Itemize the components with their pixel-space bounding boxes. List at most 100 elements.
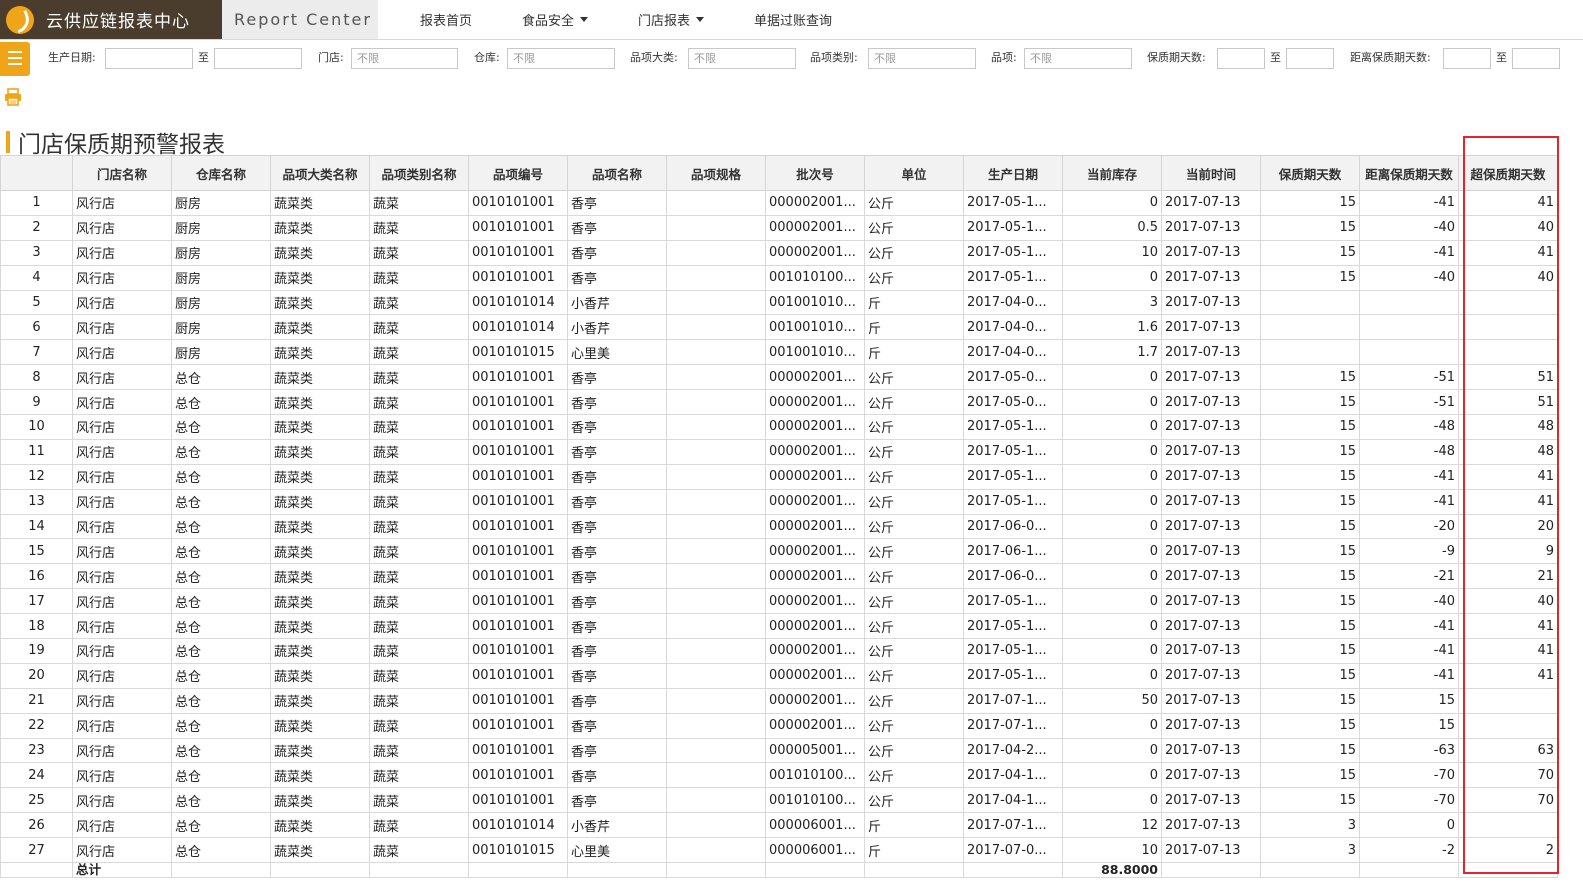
column-header[interactable]: 当前库存: [1062, 155, 1162, 191]
shelf-days-from-input[interactable]: [1217, 48, 1265, 69]
nav-label: 门店报表: [638, 14, 691, 29]
table-row[interactable]: 8 风行店 总仓 蔬菜类 蔬菜 0010101001 香亭 000002001... 公斤 201…: [0, 364, 1558, 391]
item-label: 品项:: [991, 51, 1017, 64]
column-header[interactable]: 批次号: [765, 155, 865, 191]
table-cell: [666, 438, 766, 465]
table-row[interactable]: 15 风行店 总仓 蔬菜类 蔬菜 0010101001 香亭 000002001... 公斤 20…: [0, 538, 1558, 565]
table-cell: 2017-07-13: [1161, 438, 1261, 465]
table-row[interactable]: 24 风行店 总仓 蔬菜类 蔬菜 0010101001 香亭 001010100... 公斤 20…: [0, 762, 1558, 789]
table-row[interactable]: 1 风行店 厨房 蔬菜类 蔬菜 0010101001 香亭 000002001... 公斤 201…: [0, 190, 1558, 216]
table-row[interactable]: 6 风行店 厨房 蔬菜类 蔬菜 0010101014 小香芹 001001010... 斤 201…: [0, 314, 1558, 341]
table-cell: 0: [1062, 488, 1162, 515]
nav-report-home[interactable]: 报表首页: [420, 10, 472, 29]
table-row[interactable]: 11 风行店 总仓 蔬菜类 蔬菜 0010101001 香亭 000002001... 公斤 20…: [0, 438, 1558, 465]
column-header[interactable]: 保质期天数: [1260, 155, 1360, 191]
table-cell: 香亭: [567, 613, 667, 640]
table-cell: 000006001...: [765, 837, 865, 864]
column-header[interactable]: 当前时间: [1161, 155, 1261, 191]
table-cell: 公斤: [864, 414, 964, 440]
table-cell: 2017-07-13: [1161, 339, 1261, 366]
table-cell: 香亭: [567, 787, 667, 814]
table-row[interactable]: 14 风行店 总仓 蔬菜类 蔬菜 0010101001 香亭 000002001... 公斤 20…: [0, 513, 1558, 540]
table-cell: 0: [1062, 737, 1162, 764]
table-cell: 2017-07-13: [1161, 314, 1261, 341]
table-row[interactable]: 5 风行店 厨房 蔬菜类 蔬菜 0010101014 小香芹 001001010... 斤 201…: [0, 289, 1558, 316]
table-row[interactable]: 21 风行店 总仓 蔬菜类 蔬菜 0010101001 香亭 000002001... 公斤 20…: [0, 687, 1558, 714]
table-row[interactable]: 4 风行店 厨房 蔬菜类 蔬菜 0010101001 香亭 001010100... 公斤 201…: [0, 264, 1558, 291]
table-cell: 2017-07-13: [1161, 289, 1261, 316]
distance-days-label: 距离保质期天数:: [1350, 51, 1431, 64]
table-row[interactable]: 10 风行店 总仓 蔬菜类 蔬菜 0010101001 香亭 000002001... 公斤 20…: [0, 414, 1558, 440]
table-row[interactable]: 25 风行店 总仓 蔬菜类 蔬菜 0010101001 香亭 001010100... 公斤 20…: [0, 787, 1558, 814]
print-icon[interactable]: [4, 88, 22, 106]
column-header[interactable]: [0, 155, 73, 191]
column-header[interactable]: 品项编号: [468, 155, 568, 191]
item-type-input[interactable]: 不限: [868, 48, 976, 69]
table-cell: 蔬菜类: [270, 214, 370, 241]
column-header[interactable]: 生产日期: [963, 155, 1063, 191]
column-header[interactable]: 仓库名称: [171, 155, 271, 191]
report-table: 门店名称 仓库名称 品项大类名称 品项类别名称 品项编号 品项名称 品项规格 批次号 单位 生产日…: [0, 155, 1558, 879]
table-cell: 蔬菜: [369, 662, 469, 689]
table-cell: 15: [1260, 364, 1360, 391]
table-cell: 风行店: [72, 563, 172, 590]
brand[interactable]: 云供应链报表中心: [0, 0, 222, 39]
nav-food-safety[interactable]: 食品安全: [522, 10, 589, 29]
table-cell: 20: [0, 662, 73, 689]
table-row[interactable]: 16 风行店 总仓 蔬菜类 蔬菜 0010101001 香亭 000002001... 公斤 20…: [0, 563, 1558, 590]
table-cell: 风行店: [72, 364, 172, 391]
distance-days-to-input[interactable]: [1512, 48, 1560, 69]
table-cell: 2: [1458, 837, 1558, 864]
table-row[interactable]: 23 风行店 总仓 蔬菜类 蔬菜 0010101001 香亭 000005001... 公斤 20…: [0, 737, 1558, 764]
table-row[interactable]: 17 风行店 总仓 蔬菜类 蔬菜 0010101001 香亭 000002001... 公斤 20…: [0, 588, 1558, 615]
table-row[interactable]: 18 风行店 总仓 蔬菜类 蔬菜 0010101001 香亭 000002001... 公斤 20…: [0, 613, 1558, 640]
column-header[interactable]: 品项名称: [567, 155, 667, 191]
total-cell: [369, 862, 469, 879]
category-input[interactable]: 不限: [688, 48, 796, 69]
table-row[interactable]: 26 风行店 总仓 蔬菜类 蔬菜 0010101014 小香芹 000006001... 斤 20…: [0, 812, 1558, 839]
table-cell: 2017-05-1...: [963, 190, 1063, 216]
table-cell: 000006001...: [765, 812, 865, 839]
table-cell: 15: [1260, 712, 1360, 739]
table-row[interactable]: 3 风行店 厨房 蔬菜类 蔬菜 0010101001 香亭 000002001... 公斤 201…: [0, 239, 1558, 266]
nav-posting-query[interactable]: 单据过账查询: [754, 10, 832, 29]
table-row[interactable]: 13 风行店 总仓 蔬菜类 蔬菜 0010101001 香亭 000002001... 公斤 20…: [0, 488, 1558, 515]
distance-days-from-input[interactable]: [1443, 48, 1491, 69]
table-cell: -70: [1359, 762, 1459, 789]
table-cell: 2017-07-13: [1161, 190, 1261, 216]
table-cell: 蔬菜类: [270, 289, 370, 316]
table-cell: 41: [1458, 662, 1558, 689]
table-cell: 0: [1062, 264, 1162, 291]
table-row[interactable]: 27 风行店 总仓 蔬菜类 蔬菜 0010101015 心里美 000006001... 斤 20…: [0, 837, 1558, 864]
warehouse-input[interactable]: 不限: [507, 48, 615, 69]
table-row[interactable]: 2 风行店 厨房 蔬菜类 蔬菜 0010101001 香亭 000002001... 公斤 201…: [0, 214, 1558, 241]
item-input[interactable]: 不限: [1024, 48, 1132, 69]
table-cell: 12: [0, 463, 73, 490]
column-header[interactable]: 品项规格: [666, 155, 766, 191]
table-cell: 000002001...: [765, 438, 865, 465]
table-row[interactable]: 19 风行店 总仓 蔬菜类 蔬菜 0010101001 香亭 000002001... 公斤 20…: [0, 638, 1558, 664]
report-center-label: Report Center: [222, 0, 378, 39]
production-date-from-input[interactable]: [105, 48, 193, 69]
table-row[interactable]: 7 风行店 厨房 蔬菜类 蔬菜 0010101015 心里美 001001010... 斤 201…: [0, 339, 1558, 366]
store-input[interactable]: 不限: [351, 48, 458, 69]
column-header[interactable]: 单位: [864, 155, 964, 191]
column-header[interactable]: 门店名称: [72, 155, 172, 191]
sidebar-toggle-button[interactable]: [0, 42, 30, 76]
production-date-to-input[interactable]: [214, 48, 302, 69]
table-cell: 2017-07-13: [1161, 662, 1261, 689]
column-header[interactable]: 品项类别名称: [369, 155, 469, 191]
table-cell: 15: [1260, 513, 1360, 540]
column-header[interactable]: 距离保质期天数: [1359, 155, 1459, 191]
table-row[interactable]: 20 风行店 总仓 蔬菜类 蔬菜 0010101001 香亭 000002001... 公斤 20…: [0, 662, 1558, 689]
table-cell: 0010101001: [468, 638, 568, 664]
shelf-days-to-input[interactable]: [1286, 48, 1334, 69]
table-cell: 15: [0, 538, 73, 565]
table-row[interactable]: 9 风行店 总仓 蔬菜类 蔬菜 0010101001 香亭 000002001... 公斤 201…: [0, 389, 1558, 416]
table-row[interactable]: 12 风行店 总仓 蔬菜类 蔬菜 0010101001 香亭 000002001... 公斤 20…: [0, 463, 1558, 490]
table-cell: 蔬菜类: [270, 414, 370, 440]
column-header[interactable]: 品项大类名称: [270, 155, 370, 191]
table-row[interactable]: 22 风行店 总仓 蔬菜类 蔬菜 0010101001 香亭 000002001... 公斤 20…: [0, 712, 1558, 739]
column-header[interactable]: 超保质期天数: [1458, 155, 1558, 191]
nav-store-reports[interactable]: 门店报表: [638, 10, 705, 29]
